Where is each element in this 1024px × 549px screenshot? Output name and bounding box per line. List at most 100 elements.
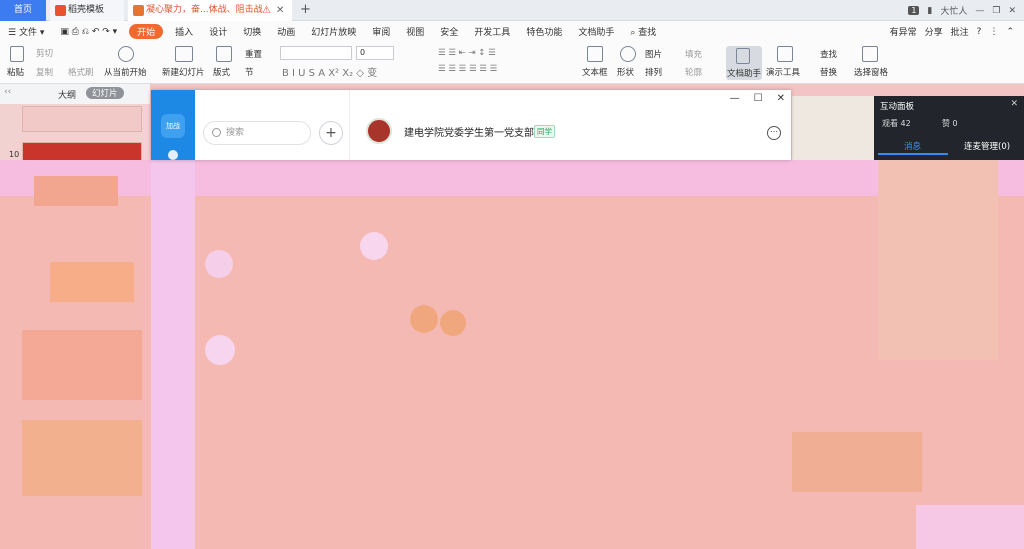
menu-insert[interactable]: 插入 [167,25,201,38]
presentation-tools-icon[interactable] [777,46,793,62]
likes-count: 赞 0 [942,119,958,128]
file-menu[interactable]: ☰ 文件 ▾ [0,25,52,38]
menu-developer[interactable]: 开发工具 [466,25,518,38]
slide-number: 10 [9,150,20,159]
menu-review[interactable]: 审阅 [364,25,398,38]
layout-icon[interactable] [216,46,232,62]
more-options-button[interactable]: ⋯ [767,126,781,140]
outline-tab[interactable]: 大纲 [58,88,76,101]
left-pane-header: ‹‹ 大纲 幻灯片 [0,84,150,104]
window-controls: 1 ▮ 大忙人 — ❐ ✕ [908,0,1016,21]
new-tab-button[interactable]: + [300,0,311,20]
select-pane-icon[interactable] [862,46,878,62]
reset-button[interactable]: 重置 [245,48,262,60]
paragraph-align-buttons[interactable]: ☰ ☰ ☰ ☰ ☰ ☰ [438,64,497,74]
user-icon[interactable]: ▮ [927,6,932,16]
docer-logo-icon [55,5,66,16]
copy-button[interactable]: 复制 [36,66,53,78]
shape-icon[interactable] [620,46,636,62]
quick-access-toolbar[interactable]: ▣ ⎙ ⎌ ↶ ↷ ▾ [52,27,125,37]
menu-design[interactable]: 设计 [201,25,235,38]
interactive-panel: 互动面板 ✕ 观看 42 赞 0 消息 连麦管理(0) [874,96,1024,160]
group-avatar[interactable] [366,118,392,144]
tab-document[interactable]: 凝心聚力，奋...体战、阻击战 ⚠ ✕ [128,0,292,21]
help-icon[interactable]: ? [977,27,982,37]
fill-button[interactable]: 填充 [685,48,702,60]
doc-assistant-button[interactable]: 文档助手 [727,67,761,79]
thumbnail-ghost [22,330,142,400]
picture-button[interactable]: 图片 [645,48,662,60]
close-window-icon[interactable]: ✕ [1008,6,1016,16]
user-name[interactable]: 大忙人 [940,4,967,17]
menu-features[interactable]: 特色功能 [518,25,570,38]
menu-start[interactable]: 开始 [129,24,164,39]
close-tab-icon[interactable]: ✕ [276,0,284,21]
new-slide-icon[interactable] [175,46,193,62]
menu-slideshow[interactable]: 幻灯片放映 [303,25,364,38]
menu-transition[interactable]: 切换 [235,25,269,38]
collapse-ribbon-icon[interactable]: ⌃ [1006,27,1014,37]
text-box-button[interactable]: 文本框 [582,66,608,78]
arrange-button[interactable]: 排列 [645,66,662,78]
messages-icon[interactable] [168,150,178,160]
restore-icon[interactable]: ❐ [992,6,1000,16]
avatar-ghost [205,250,233,278]
maximize-icon[interactable]: ☐ [754,93,763,104]
thumbnail-ghost [50,262,134,302]
paragraph-list-buttons[interactable]: ☰ ☰ ⇤ ⇥ ↕ ☰ [438,48,496,58]
more-icon[interactable]: ⋮ [989,27,998,37]
cut-button[interactable]: 剪切 [36,47,53,59]
menu-search[interactable]: ⌕ 查找 [622,25,664,38]
chat-search-placeholder: 搜索 [226,128,245,138]
shape-button[interactable]: 形状 [617,66,634,78]
app-logo[interactable]: 加战 [161,114,185,138]
menu-doc-assistant[interactable]: 文档助手 [570,25,622,38]
message-list-ghost [878,160,998,360]
menu-view[interactable]: 视图 [398,25,432,38]
play-icon[interactable] [118,46,134,62]
tab-home[interactable]: 首页 [0,0,46,21]
paste-icon[interactable] [10,46,24,62]
thumbnail-ghost [22,420,142,496]
comment-button[interactable]: 批注 [951,25,969,38]
chat-rail-ghost [151,160,195,549]
share-button[interactable]: 分享 [925,25,943,38]
chat-search-input[interactable]: 搜索 [203,121,311,145]
close-icon[interactable]: ✕ [1010,99,1018,109]
minimize-icon[interactable]: — [975,6,984,16]
slide-thumbnail[interactable] [22,106,142,132]
slide-preview [792,96,874,160]
section-button[interactable]: 节 [245,66,254,78]
warning-icon[interactable]: ⚠ [262,0,271,21]
text-box-icon[interactable] [587,46,603,62]
play-from-current-button[interactable]: 从当前开始 [104,66,147,78]
tab-mic-management[interactable]: 连麦管理(0) [964,140,1010,152]
presentation-tools-button[interactable]: 演示工具 [766,66,800,78]
find-button[interactable]: 查找 [820,48,837,60]
slide-thumbnail-current[interactable] [22,142,142,162]
active-tab-indicator [878,153,948,155]
new-slide-button[interactable]: 新建幻灯片 [162,66,205,78]
font-size-select[interactable]: 0 [356,46,394,60]
minimize-icon[interactable]: — [730,93,740,104]
tab-messages[interactable]: 消息 [904,140,921,152]
font-style-buttons[interactable]: B I U S A X² X₂ ◇ 变 [282,64,377,79]
select-pane-button[interactable]: 选择窗格 [854,66,888,78]
close-icon[interactable]: ✕ [777,93,785,104]
replace-button[interactable]: 替换 [820,66,837,78]
layout-button[interactable]: 版式 [213,66,230,78]
outline-button[interactable]: 轮廓 [685,66,702,78]
collapse-pane-icon[interactable]: ‹‹ [4,87,11,97]
format-painter-button[interactable]: 格式刷 [68,66,94,78]
exception-button[interactable]: 有异常 [890,25,917,38]
tab-templates[interactable]: 稻壳模板 [50,0,124,21]
doc-assistant-icon[interactable] [736,48,750,64]
menu-security[interactable]: 安全 [432,25,466,38]
slides-tab[interactable]: 幻灯片 [86,87,124,99]
paste-button[interactable]: 粘贴 [7,66,24,78]
add-conversation-button[interactable]: + [319,121,343,145]
page-indicator[interactable]: 1 [908,6,920,15]
menu-animation[interactable]: 动画 [269,25,303,38]
font-name-select[interactable] [280,46,352,60]
chat-window-controls: — ☐ ✕ [730,93,785,104]
